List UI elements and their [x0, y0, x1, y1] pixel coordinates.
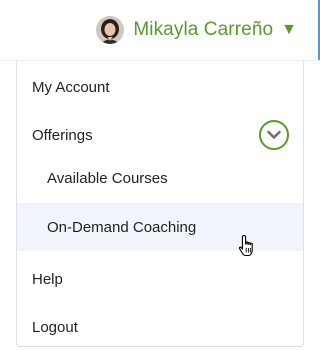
menu-item-label: Help — [32, 270, 63, 288]
user-name[interactable]: Mikayla Carreño — [133, 19, 273, 41]
menu-item-label: My Account — [32, 78, 110, 96]
hand-cursor-icon — [238, 234, 258, 263]
submenu-item-label: Available Courses — [47, 169, 168, 187]
avatar — [96, 16, 125, 44]
menu-item-label: Offerings — [32, 126, 93, 144]
menu-item-my-account[interactable]: My Account — [17, 63, 303, 111]
user-menu-toggle[interactable]: Mikayla Carreño ▼ — [96, 11, 297, 49]
menu-item-label: Logout — [32, 318, 78, 336]
menu-item-offerings[interactable]: Offerings — [17, 111, 303, 159]
submenu-item-available-courses[interactable]: Available Courses — [17, 154, 303, 202]
menu-item-logout[interactable]: Logout — [17, 303, 303, 351]
header-bar: Mikayla Carreño ▼ — [0, 0, 320, 61]
account-dropdown-menu: My Account Offerings Available Courses O… — [16, 61, 304, 347]
chevron-down-icon[interactable] — [259, 120, 289, 150]
caret-down-icon[interactable]: ▼ — [281, 22, 297, 38]
menu-item-help[interactable]: Help — [17, 255, 303, 303]
submenu-item-on-demand-coaching[interactable]: On-Demand Coaching — [17, 203, 303, 251]
submenu-item-label: On-Demand Coaching — [47, 218, 197, 236]
